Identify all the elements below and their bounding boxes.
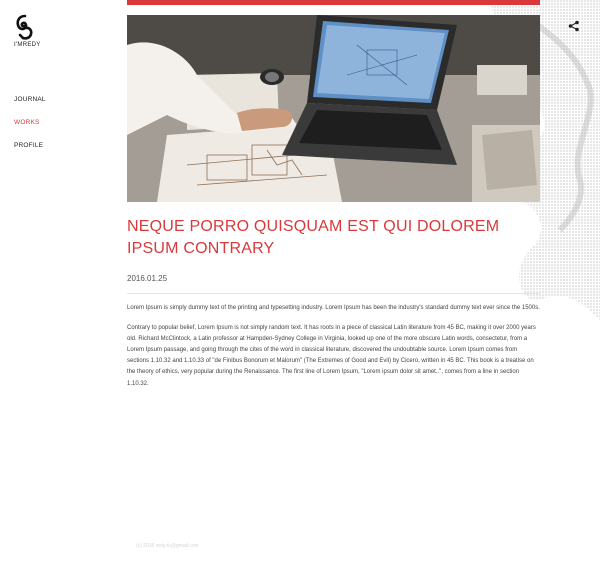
hero-image — [127, 15, 540, 202]
post-title: NEQUE PORRO QUISQUAM EST QUI DOLOREM IPS… — [127, 216, 540, 260]
post-date: 2016.01.25 — [127, 274, 168, 283]
sidebar: I'MREDY JOURNAL WORKS PROFILE — [0, 0, 120, 563]
nav-item-journal[interactable]: JOURNAL — [14, 96, 46, 119]
divider — [127, 293, 540, 294]
article: NEQUE PORRO QUISQUAM EST QUI DOLOREM IPS… — [127, 0, 540, 390]
post-paragraph-2: Contrary to popular belief, Lorem Ipsum … — [127, 325, 536, 387]
nav-item-works[interactable]: WORKS — [14, 119, 46, 142]
logo[interactable]: I'MREDY — [14, 14, 46, 48]
post-title-line-2: IPSUM CONTRARY — [127, 240, 275, 257]
footer-copyright: (c) 2016 redy.ru@gmail.com — [136, 543, 199, 549]
post-paragraph-1: Lorem Ipsum is simply dummy text of the … — [127, 305, 540, 311]
logo-mark-icon — [16, 14, 33, 40]
post-title-line-1: NEQUE PORRO QUISQUAM EST QUI DOLOREM — [127, 218, 500, 235]
nav-item-profile[interactable]: PROFILE — [14, 142, 46, 165]
share-icon[interactable] — [568, 19, 580, 32]
main-nav: JOURNAL WORKS PROFILE — [14, 96, 46, 165]
accent-bar — [127, 0, 540, 5]
logo-text: I'MREDY — [14, 42, 41, 48]
